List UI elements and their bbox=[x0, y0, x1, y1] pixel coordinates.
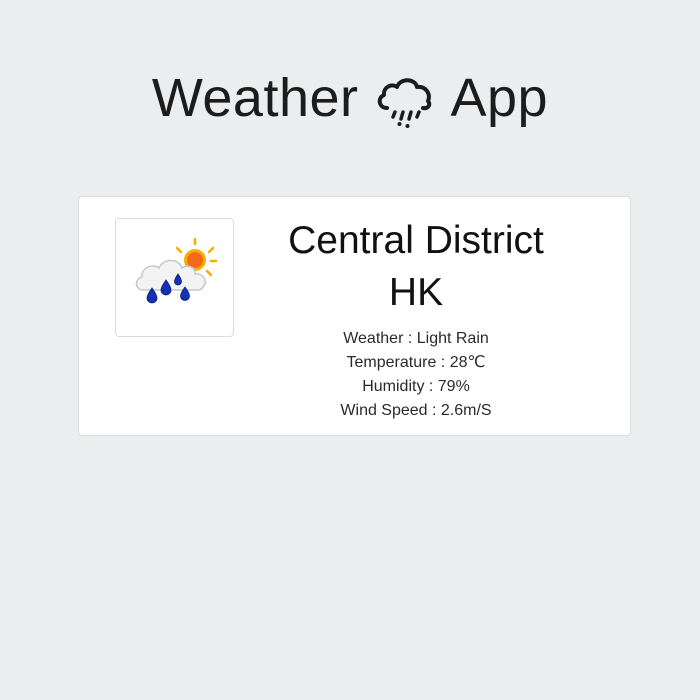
city-name-line2: HK bbox=[388, 271, 444, 314]
wind-speed-value: Wind Speed : 2.6m/S bbox=[340, 402, 492, 419]
cloud-sun-rain-icon bbox=[135, 237, 217, 303]
weather-card: Central District HK Weather : Light Rain… bbox=[78, 196, 631, 436]
weather-condition: Weather : Light Rain bbox=[343, 330, 489, 347]
humidity-value: Humidity : 79% bbox=[362, 378, 470, 395]
weather-thumbnail bbox=[115, 218, 234, 337]
weather-details: Weather : Light Rain Temperature : 28℃ H… bbox=[265, 327, 567, 423]
app-title-app: App bbox=[450, 68, 549, 128]
app-title-weather: Weather bbox=[151, 68, 359, 128]
weather-info: Central District HK Weather : Light Rain… bbox=[265, 215, 567, 423]
rain-cloud-icon bbox=[377, 78, 431, 128]
app-header: Weather App bbox=[0, 58, 700, 138]
city-name-line1: Central District bbox=[288, 219, 544, 262]
temperature-value: Temperature : 28℃ bbox=[346, 354, 486, 371]
